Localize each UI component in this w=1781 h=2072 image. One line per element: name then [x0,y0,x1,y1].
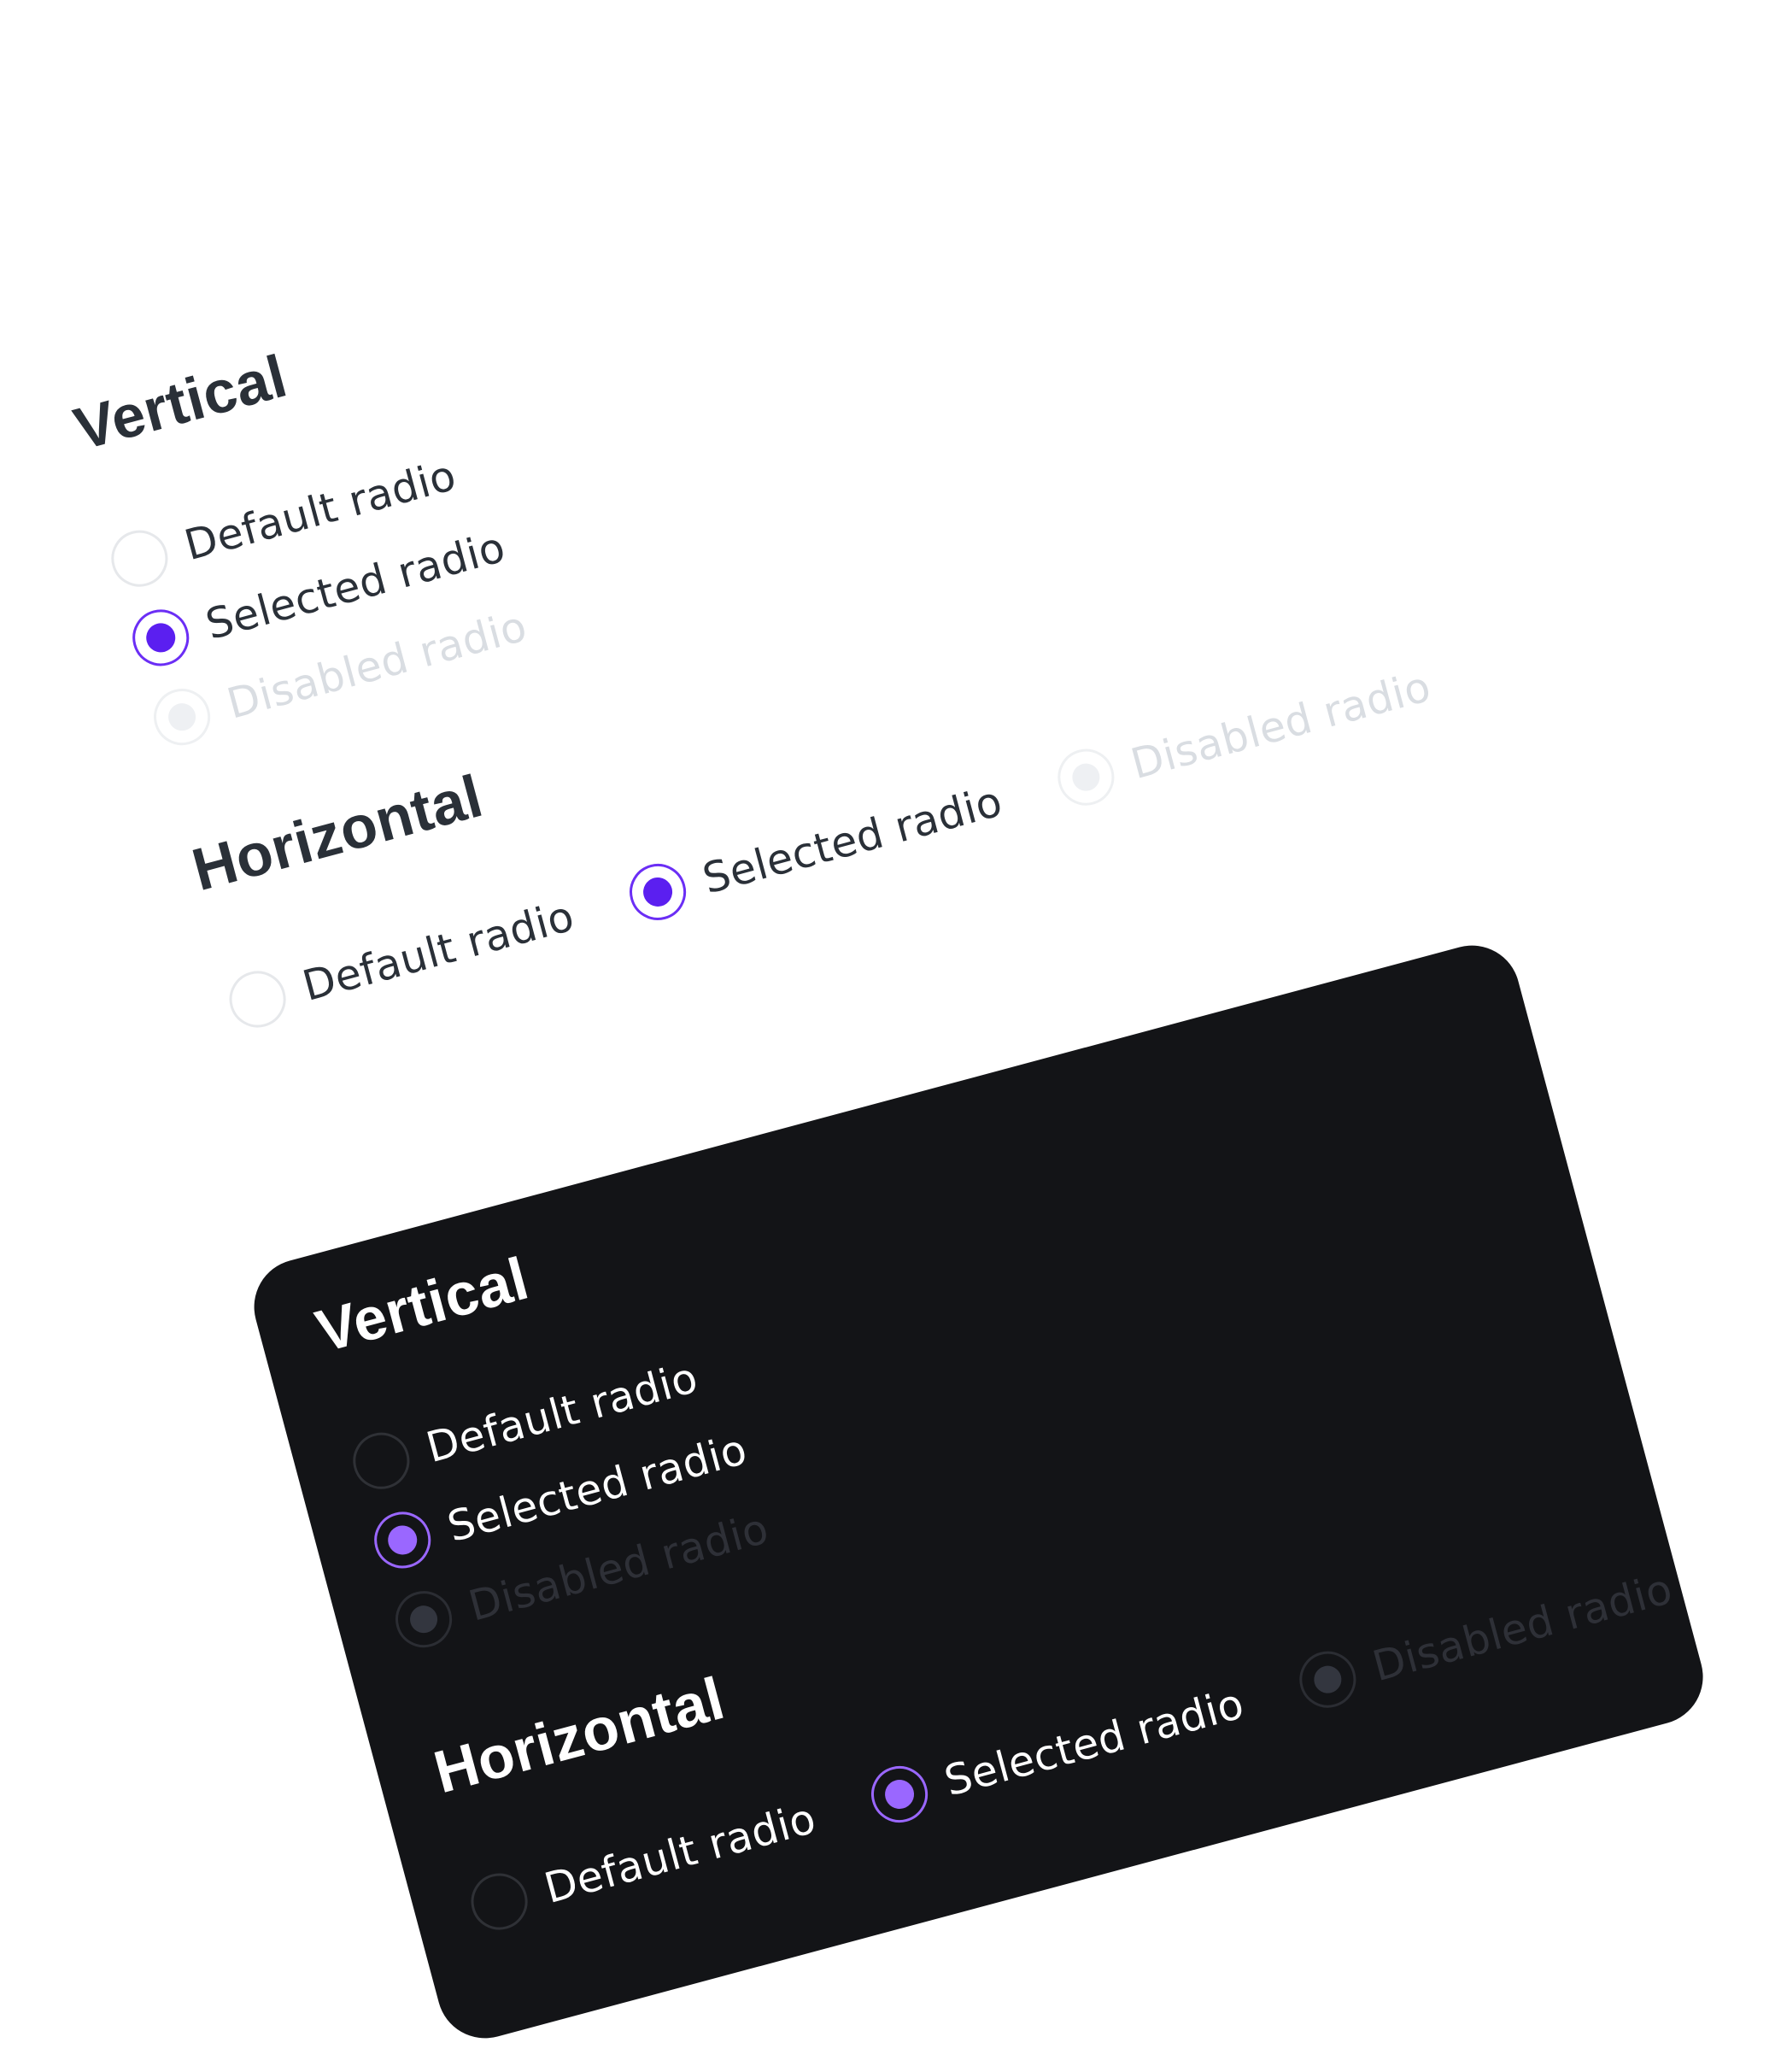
radio-selected[interactable]: Selected radio [864,1675,1251,1829]
vertical-radio-group: Default radio Selected radio Disabled ra… [346,1119,1602,1654]
radio-dot [384,1522,421,1558]
radio-disabled: Disabled radio [1292,1560,1678,1715]
radio-circle[interactable] [346,1426,416,1496]
radio-dot [1069,760,1103,795]
vertical-radio-group: Default radio Selected radio Disabled ra… [104,217,1361,752]
radio-label: Selected radio [939,1678,1250,1806]
dark-theme-card: Vertical Default radio Selected radio Di… [243,935,1714,2049]
radio-circle[interactable] [623,857,693,927]
radio-label: Selected radio [697,776,1008,903]
radio-circle[interactable] [126,602,196,672]
radio-dot [1310,1663,1345,1697]
dark-theme-section: Vertical Default radio Selected radio Di… [309,983,1678,1936]
radio-circle [1051,743,1121,813]
radio-circle[interactable] [864,1759,934,1829]
radio-showcase: Vertical Default radio Selected radio Di… [0,0,1781,2072]
radio-dot [165,700,199,734]
radio-dot [640,874,676,910]
radio-circle[interactable] [223,965,293,1034]
radio-label: Default radio [539,1793,821,1913]
radio-label: Disabled radio [1367,1564,1678,1691]
radio-label: Default radio [297,891,579,1011]
radio-dot [882,1776,917,1812]
radio-default[interactable]: Default radio [465,1790,822,1936]
radio-circle[interactable] [465,1867,534,1936]
radio-selected[interactable]: Selected radio [623,772,1009,927]
radio-label: Disabled radio [1125,661,1436,789]
radio-circle [1292,1645,1362,1715]
radio-default[interactable]: Default radio [223,888,580,1034]
radio-circle [389,1584,459,1654]
radio-circle[interactable] [104,524,174,594]
radio-circle[interactable] [367,1506,437,1575]
radio-dot [143,619,179,656]
radio-disabled: Disabled radio [1051,658,1437,813]
light-theme-section: Vertical Default radio Selected radio Di… [67,80,1437,1034]
radio-dot [407,1602,441,1636]
radio-circle [147,682,217,752]
